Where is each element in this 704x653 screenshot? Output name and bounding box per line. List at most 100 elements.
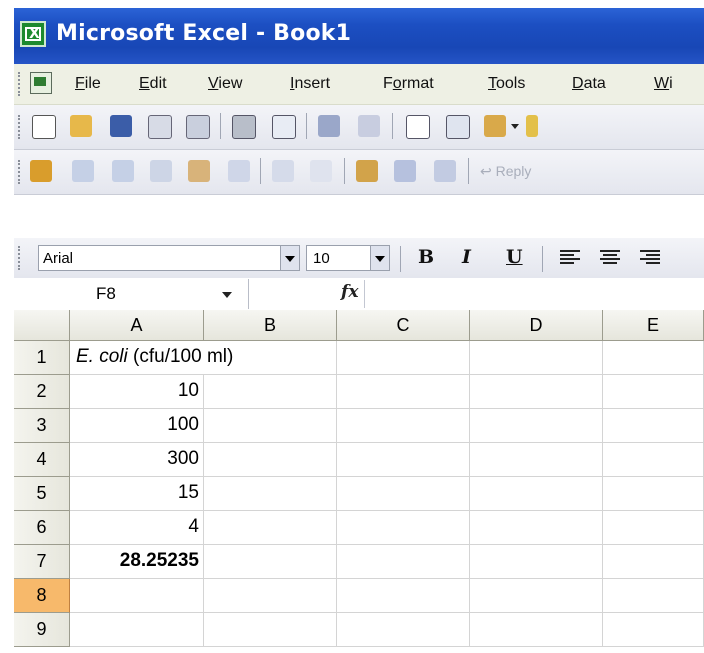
font-name-select[interactable]: Arial <box>38 245 300 271</box>
column-header-d[interactable]: D <box>470 310 603 341</box>
cell-e3[interactable] <box>603 409 704 443</box>
cell-c6[interactable] <box>337 511 470 545</box>
menu-grip-handle[interactable] <box>18 72 23 96</box>
cell-b3[interactable] <box>204 409 337 443</box>
row-header[interactable]: 8 <box>14 579 70 613</box>
cell-b8[interactable] <box>204 579 337 613</box>
edit-comment-icon[interactable] <box>356 160 378 182</box>
open-folder-icon[interactable] <box>70 115 92 137</box>
cell-d4[interactable] <box>470 443 603 477</box>
cell-b6[interactable] <box>204 511 337 545</box>
formula-input[interactable] <box>366 280 704 308</box>
cell-a2[interactable]: 10 <box>70 375 204 409</box>
forward-icon[interactable] <box>112 160 134 182</box>
cell-a1[interactable]: E. coli (cfu/100 ml) <box>70 341 233 375</box>
track-changes-icon[interactable] <box>394 160 416 182</box>
row-header[interactable]: 1 <box>14 341 70 375</box>
hide-comments-icon[interactable] <box>310 160 332 182</box>
column-header-a[interactable]: A <box>70 310 204 341</box>
chevron-down-icon[interactable] <box>222 292 232 298</box>
menu-insert[interactable]: Insert <box>290 75 330 93</box>
format-painter-icon[interactable] <box>526 115 538 137</box>
cell-d2[interactable] <box>470 375 603 409</box>
go-icon[interactable] <box>228 160 250 182</box>
cell-b9[interactable] <box>204 613 337 647</box>
chevron-down-icon[interactable] <box>280 246 299 270</box>
cell-c1[interactable] <box>337 341 470 375</box>
cell-e5[interactable] <box>603 477 704 511</box>
cell-d8[interactable] <box>470 579 603 613</box>
menu-file[interactable]: File <box>75 75 101 93</box>
toolbar-grip-handle[interactable] <box>18 160 23 184</box>
cell-e7[interactable] <box>603 545 704 579</box>
align-left-icon[interactable] <box>560 250 580 266</box>
workbook-icon[interactable] <box>30 72 52 94</box>
chevron-down-icon[interactable] <box>510 115 520 137</box>
column-header-c[interactable]: C <box>337 310 470 341</box>
print-icon[interactable] <box>232 115 256 139</box>
row-header[interactable]: 2 <box>14 375 70 409</box>
permission-icon[interactable] <box>148 115 172 139</box>
cut-icon[interactable] <box>406 115 430 139</box>
attach-icon[interactable] <box>434 160 456 182</box>
column-header-b[interactable]: B <box>204 310 337 341</box>
underline-button[interactable]: U <box>506 246 523 268</box>
row-header[interactable]: 7 <box>14 545 70 579</box>
row-header[interactable]: 4 <box>14 443 70 477</box>
cell-e8[interactable] <box>603 579 704 613</box>
toolbar-grip-handle[interactable] <box>18 246 23 270</box>
paste-icon[interactable] <box>484 115 506 137</box>
cell-a6[interactable]: 4 <box>70 511 204 545</box>
bold-button[interactable]: B <box>418 246 434 268</box>
worksheet-grid[interactable]: A B C D E 1 E. coli (cfu/100 ml) 2 10 3 100 4 3… <box>14 310 704 653</box>
show-comments-icon[interactable] <box>272 160 294 182</box>
copy-icon[interactable] <box>446 115 470 139</box>
cell-c3[interactable] <box>337 409 470 443</box>
excel-app-icon[interactable] <box>20 21 46 47</box>
cell-a5[interactable]: 15 <box>70 477 204 511</box>
menu-view[interactable]: View <box>208 75 242 93</box>
folder-icon[interactable] <box>30 160 52 182</box>
stop-icon[interactable] <box>150 160 172 182</box>
save-icon[interactable] <box>110 115 132 137</box>
cell-b4[interactable] <box>204 443 337 477</box>
cell-c8[interactable] <box>337 579 470 613</box>
cell-a8[interactable] <box>70 579 204 613</box>
column-header-e[interactable]: E <box>603 310 704 341</box>
cell-c7[interactable] <box>337 545 470 579</box>
cell-d7[interactable] <box>470 545 603 579</box>
cell-e2[interactable] <box>603 375 704 409</box>
cell-b5[interactable] <box>204 477 337 511</box>
chevron-down-icon[interactable] <box>370 246 389 270</box>
new-document-icon[interactable] <box>32 115 56 139</box>
cell-e4[interactable] <box>603 443 704 477</box>
font-size-select[interactable]: 10 <box>306 245 390 271</box>
cell-a7[interactable]: 28.25235 <box>70 545 204 579</box>
email-icon[interactable] <box>186 115 210 139</box>
insert-function-icon[interactable]: fx <box>341 282 358 302</box>
cell-e9[interactable] <box>603 613 704 647</box>
align-right-icon[interactable] <box>640 250 660 266</box>
cell-a9[interactable] <box>70 613 204 647</box>
cell-e6[interactable] <box>603 511 704 545</box>
select-all-corner[interactable] <box>14 310 70 341</box>
cell-a3[interactable]: 100 <box>70 409 204 443</box>
italic-button[interactable]: I <box>462 246 471 268</box>
menu-window[interactable]: Wi <box>654 75 673 93</box>
reply-button[interactable]: ↩ Reply <box>480 163 531 180</box>
row-header[interactable]: 9 <box>14 613 70 647</box>
cell-d5[interactable] <box>470 477 603 511</box>
cell-a4[interactable]: 300 <box>70 443 204 477</box>
favorites-icon[interactable] <box>188 160 210 182</box>
cell-b7[interactable] <box>204 545 337 579</box>
cell-b2[interactable] <box>204 375 337 409</box>
row-header[interactable]: 3 <box>14 409 70 443</box>
row-header[interactable]: 6 <box>14 511 70 545</box>
cell-d3[interactable] <box>470 409 603 443</box>
back-icon[interactable] <box>72 160 94 182</box>
cell-d1[interactable] <box>470 341 603 375</box>
cell-c2[interactable] <box>337 375 470 409</box>
toolbar-grip-handle[interactable] <box>18 115 23 139</box>
cell-d9[interactable] <box>470 613 603 647</box>
research-icon[interactable] <box>358 115 380 137</box>
